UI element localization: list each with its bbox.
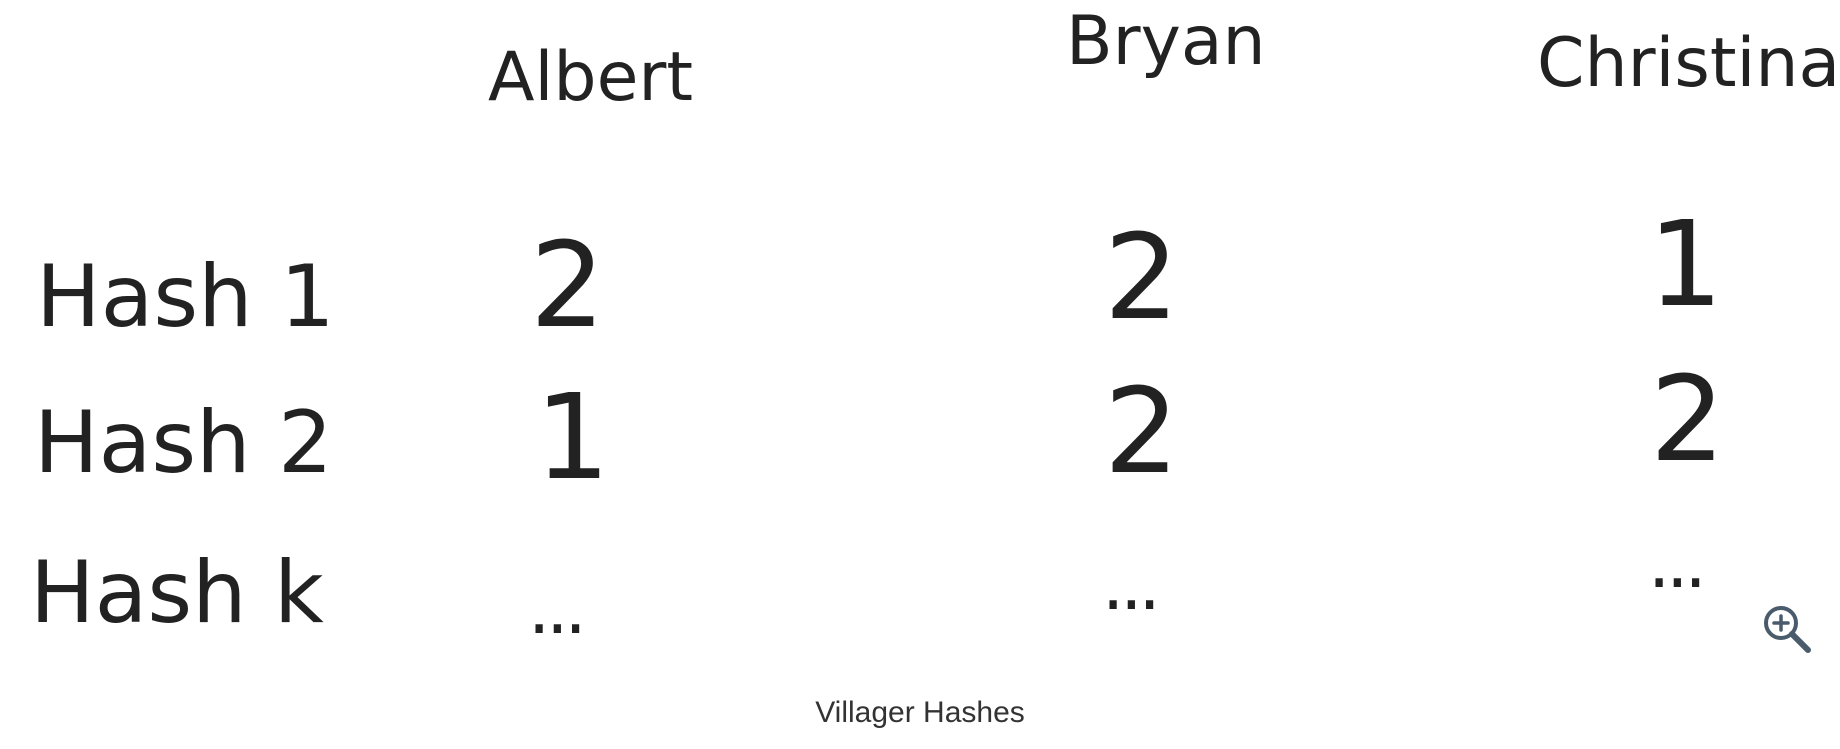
zoom-in-button[interactable]	[1760, 602, 1814, 656]
zoom-in-icon	[1764, 606, 1811, 653]
cell-hash1-bryan: 2	[1104, 208, 1180, 346]
cell-hashk-albert: ...	[528, 568, 587, 650]
row-header-hash-1: Hash 1	[36, 247, 335, 347]
cell-hash1-christina: 1	[1648, 195, 1724, 333]
figure-caption: Villager Hashes	[815, 696, 1025, 729]
hash-table-figure: Albert Bryan Christina Hash 1 Hash 2 Has…	[0, 0, 1840, 680]
column-header-bryan: Bryan	[1066, 2, 1266, 81]
cell-hash2-bryan: 2	[1104, 362, 1180, 500]
row-header-hash-2: Hash 2	[34, 393, 333, 493]
cell-hash2-christina: 2	[1650, 350, 1726, 488]
cell-hashk-bryan: ...	[1102, 544, 1161, 626]
row-header-hash-k: Hash k	[30, 543, 324, 643]
column-header-albert: Albert	[488, 38, 694, 117]
cell-hashk-christina: ...	[1648, 522, 1707, 604]
cell-hash2-albert: 1	[535, 368, 611, 506]
column-header-christina: Christina	[1537, 24, 1840, 103]
cell-hash1-albert: 2	[530, 216, 606, 354]
